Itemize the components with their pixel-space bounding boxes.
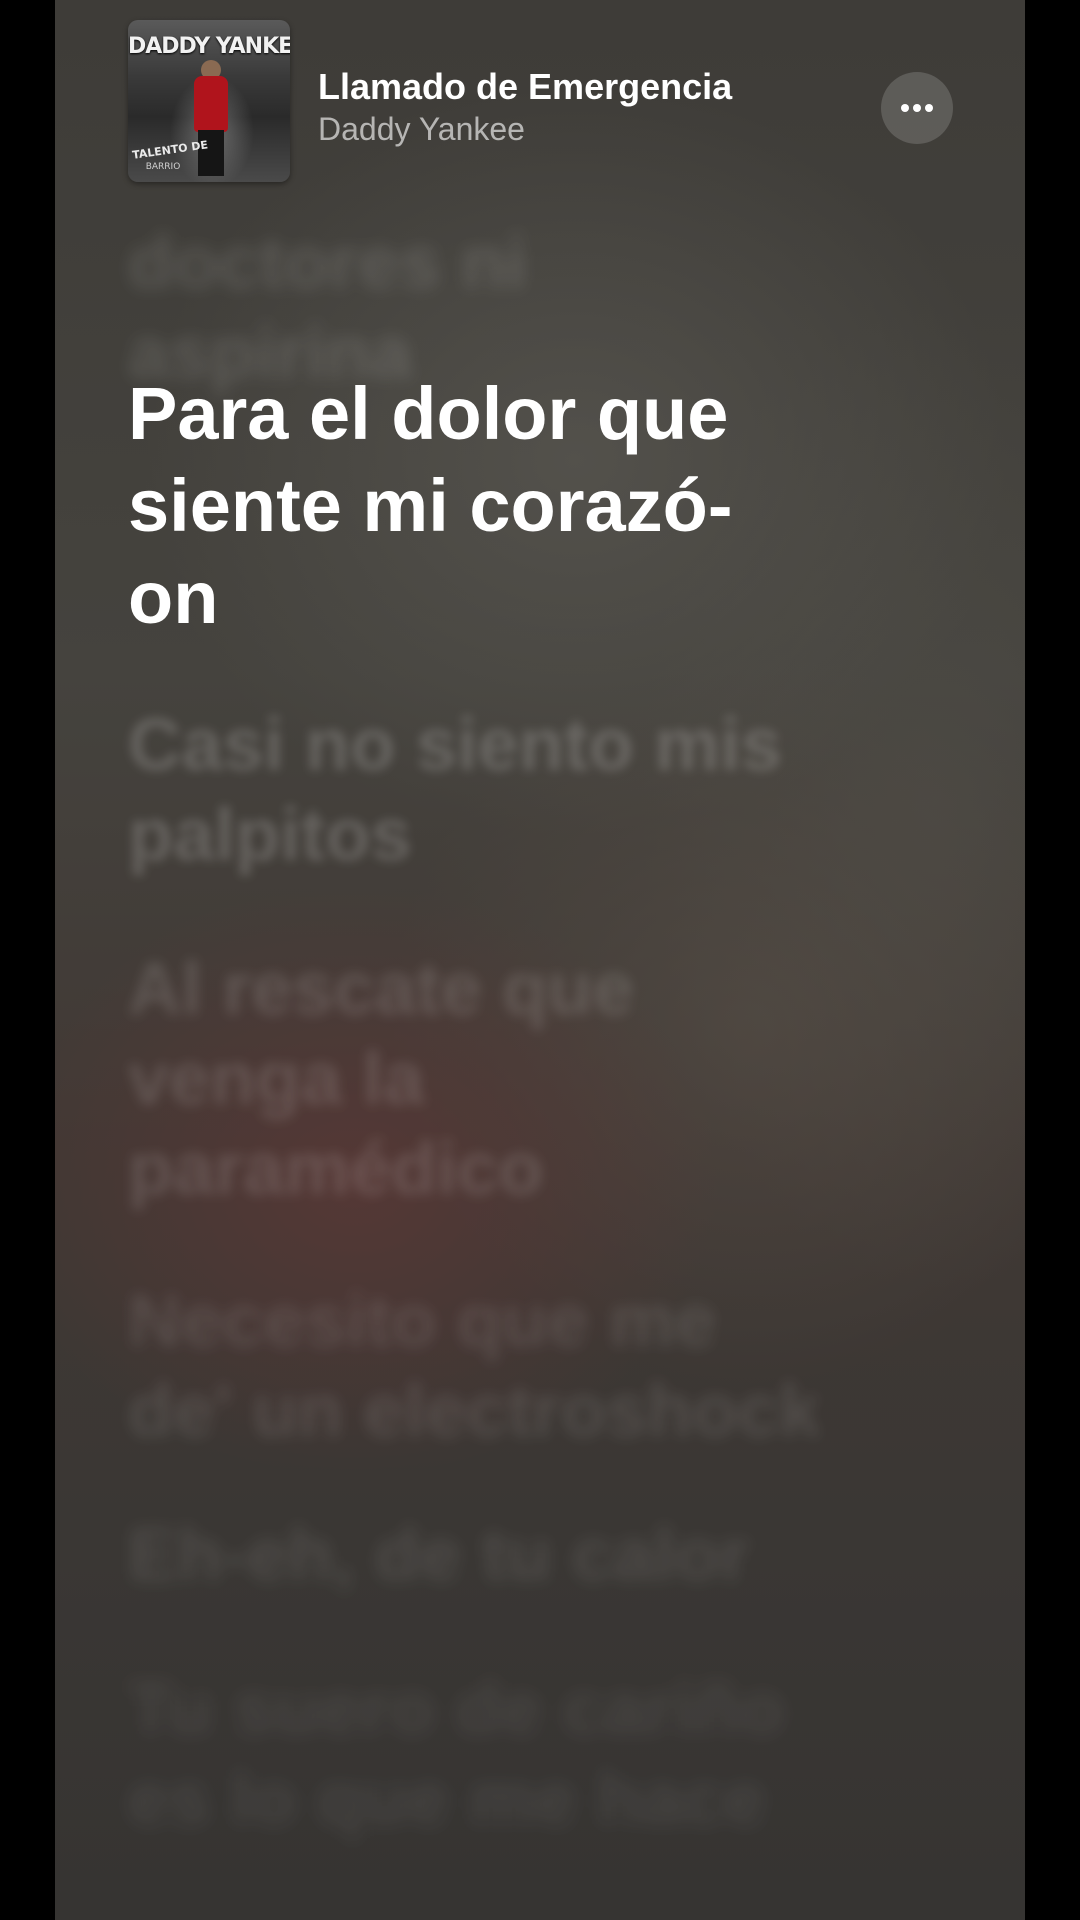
album-art-subtitle: TALENTO DE — [131, 138, 209, 162]
lyric-line-upcoming[interactable]: Tu suero de cariño es lo que me hace — [128, 1664, 828, 1844]
lyric-line-upcoming[interactable]: Casi no siento mis palpitos — [128, 700, 828, 880]
lyric-line-upcoming[interactable]: Eh-eh, de tu calor — [128, 1510, 828, 1600]
album-art-figure-legs — [198, 130, 224, 176]
album-art-figure-body — [194, 76, 228, 132]
ellipsis-icon — [925, 104, 933, 112]
lyric-line-upcoming[interactable]: Al rescate que venga la paramédico — [128, 944, 828, 1214]
track-title[interactable]: Llamado de Emergencia — [318, 66, 732, 108]
track-artist[interactable]: Daddy Yankee — [318, 111, 525, 148]
ellipsis-icon — [913, 104, 921, 112]
album-artwork[interactable]: DADDY YANKEE TALENTO DE BARRIO — [128, 20, 290, 182]
now-playing-header: DADDY YANKEE TALENTO DE BARRIO Llamado d… — [55, 0, 1025, 200]
device-frame: DADDY YANKEE TALENTO DE BARRIO Llamado d… — [0, 0, 1080, 1920]
lyric-line-upcoming[interactable]: Necesito que me de' un electroshock — [128, 1276, 828, 1456]
lyrics-screen: DADDY YANKEE TALENTO DE BARRIO Llamado d… — [55, 0, 1025, 1920]
more-options-button[interactable] — [881, 72, 953, 144]
album-art-title: DADDY YANKEE — [128, 34, 290, 59]
album-art-subtitle-2: BARRIO — [145, 162, 181, 172]
lyric-line-current[interactable]: Para el dolor que siente mi corazó-on — [128, 368, 808, 644]
ellipsis-icon — [901, 104, 909, 112]
